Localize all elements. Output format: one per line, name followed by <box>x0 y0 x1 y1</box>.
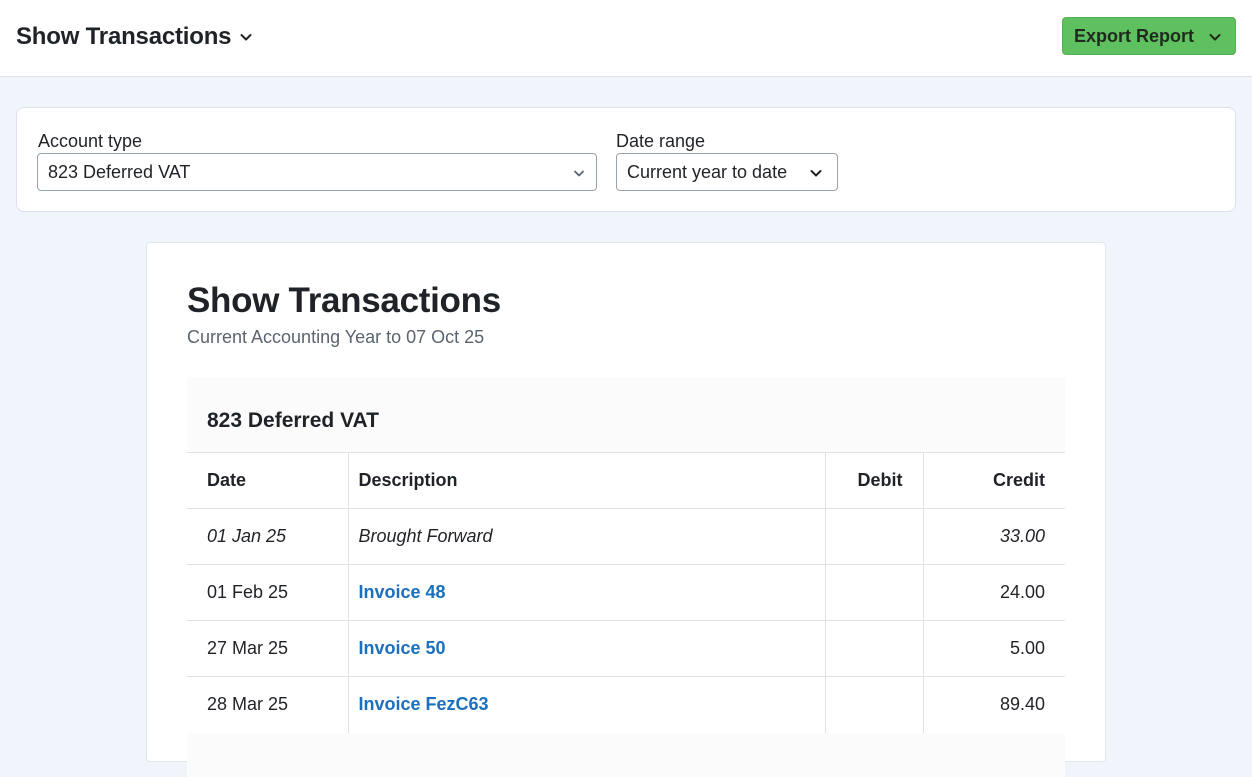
row-debit <box>824 676 923 733</box>
report-card: Show Transactions Current Accounting Yea… <box>146 242 1106 777</box>
page-title: Show Transactions <box>16 23 232 50</box>
row-debit <box>824 508 923 565</box>
date-range-select[interactable]: Current year to date <box>616 153 838 191</box>
date-range-value: Current year to date <box>627 161 788 182</box>
table-row: 28 Mar 25 Invoice FezC63 89.40 <box>187 676 1065 733</box>
row-description: Brought Forward <box>347 508 825 565</box>
page-title-menu[interactable]: Show Transactions <box>16 21 253 53</box>
row-credit: 89.40 <box>922 676 1065 733</box>
column-header-debit: Debit <box>824 452 923 509</box>
chevron-down-icon <box>572 166 586 180</box>
top-bar: Show Transactions Export Report <box>0 0 1252 77</box>
row-description-cell: Invoice FezC63 <box>347 676 825 733</box>
row-credit: 33.00 <box>922 508 1065 565</box>
export-report-button[interactable]: Export Report <box>1062 17 1236 55</box>
row-date: 28 Mar 25 <box>187 676 348 733</box>
account-heading: 823 Deferred VAT <box>207 409 379 432</box>
row-date: 27 Mar 25 <box>187 620 348 677</box>
row-description-cell: Invoice 50 <box>347 620 825 677</box>
row-credit: 5.00 <box>922 620 1065 677</box>
transactions-table: Date Description Debit Credit 01 Jan 25 … <box>187 452 1065 733</box>
invoice-link[interactable]: Invoice 50 <box>359 638 446 658</box>
chevron-down-icon <box>239 30 253 44</box>
chevron-down-icon <box>1208 30 1222 44</box>
invoice-link[interactable]: Invoice FezC63 <box>359 694 489 714</box>
table-row: 01 Feb 25 Invoice 48 24.00 <box>187 564 1065 621</box>
table-row: 01 Jan 25 Brought Forward 33.00 <box>187 508 1065 565</box>
export-report-label: Export Report <box>1074 25 1195 46</box>
filters-panel: Account type 823 Deferred VAT Date range… <box>16 107 1236 212</box>
table-row: 27 Mar 25 Invoice 50 5.00 <box>187 620 1065 677</box>
row-debit <box>824 564 923 621</box>
column-header-date: Date <box>187 452 348 509</box>
report-title: Show Transactions <box>187 281 501 320</box>
chevron-down-icon <box>809 166 823 180</box>
row-credit: 24.00 <box>922 564 1065 621</box>
row-date: 01 Feb 25 <box>187 564 348 621</box>
invoice-link[interactable]: Invoice 48 <box>359 582 446 602</box>
account-type-value: 823 Deferred VAT <box>48 161 191 182</box>
row-description-cell: Invoice 48 <box>347 564 825 621</box>
column-header-credit: Credit <box>922 452 1065 509</box>
account-type-select[interactable]: 823 Deferred VAT <box>37 153 597 191</box>
row-debit <box>824 620 923 677</box>
account-type-label: Account type <box>38 131 143 151</box>
date-range-label: Date range <box>616 131 706 151</box>
table-header-row: Date Description Debit Credit <box>187 452 1065 509</box>
report-subtitle: Current Accounting Year to 07 Oct 25 <box>187 327 485 347</box>
row-date: 01 Jan 25 <box>187 508 348 565</box>
account-section: 823 Deferred VAT Date Description Debit … <box>187 377 1065 777</box>
column-header-description: Description <box>347 452 825 509</box>
